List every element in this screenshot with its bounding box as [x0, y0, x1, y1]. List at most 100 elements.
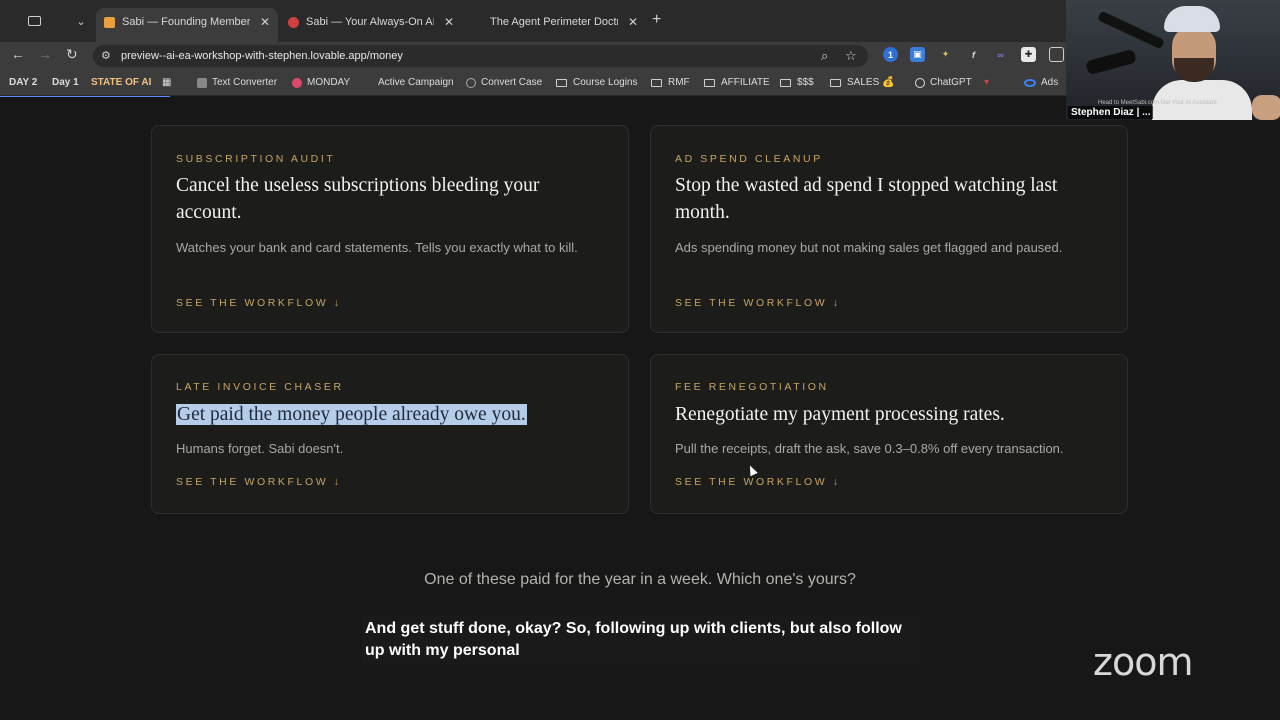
bookmark-label: SALES 💰	[847, 77, 895, 88]
sidebar-toggle-icon	[27, 16, 41, 26]
tab-favicon	[104, 16, 115, 28]
bookmark-label: MONDAY	[307, 77, 351, 88]
card-late-invoice-chaser: LATE INVOICE CHASER Get paid the money p…	[151, 354, 629, 514]
card-headline: Get paid the money people already owe yo…	[176, 401, 606, 428]
bookmark-chatgpt[interactable]: ChatGPT	[915, 77, 972, 88]
bookmark-sales[interactable]: SALES 💰	[830, 77, 894, 88]
microphone-arm	[1097, 10, 1165, 50]
participant-cap	[1164, 6, 1220, 32]
extensions-puzzle-icon[interactable]	[1049, 47, 1064, 62]
bookmark-course-logins[interactable]: Course Logins	[556, 77, 637, 88]
card-subscription-audit: SUBSCRIPTION AUDIT Cancel the useless su…	[151, 125, 629, 333]
card-eyebrow: AD SPEND CLEANUP	[675, 153, 823, 165]
page-content: SUBSCRIPTION AUDIT Cancel the useless su…	[0, 97, 1280, 720]
bookmark-monday[interactable]: MONDAY	[292, 77, 350, 88]
card-headline: Cancel the useless subscriptions bleedin…	[176, 175, 540, 223]
bookmark-label: $$$	[797, 77, 814, 88]
close-icon[interactable]: ✕	[444, 15, 454, 29]
bookmark-text-converter[interactable]: Text Converter	[197, 77, 277, 88]
participant-hand	[1252, 95, 1280, 120]
monday-icon	[292, 77, 302, 88]
tab-title: Sabi — Founding Member Se	[122, 16, 250, 28]
bookmark-label: Course Logins	[573, 77, 638, 88]
close-icon[interactable]: ✕	[628, 15, 638, 29]
chevron-down-icon: ⌄	[76, 15, 86, 28]
card-eyebrow: LATE INVOICE CHASER	[176, 381, 344, 393]
participant-beard	[1174, 58, 1214, 82]
back-icon[interactable]: ←	[11, 46, 25, 62]
bookmark-affiliate[interactable]: AFFILIATE	[704, 77, 770, 88]
tab-search-button[interactable]	[8, 11, 60, 31]
text-converter-icon	[197, 77, 207, 88]
bookmark-ads[interactable]: Ads	[1024, 77, 1058, 88]
card-headline: Stop the wasted ad spend I stopped watch…	[675, 175, 1058, 223]
card-body: Pull the receipts, draft the ask, save 0…	[675, 441, 1064, 456]
card-headline: Renegotiate my payment processing rates.	[675, 404, 1005, 425]
card-fee-renegotiation: FEE RENEGOTIATION Renegotiate my payment…	[650, 354, 1128, 514]
bookmark-label: ChatGPT	[930, 77, 972, 88]
card-body: Ads spending money but not making sales …	[675, 240, 1063, 255]
bookmark-label: RMF	[668, 77, 690, 88]
bookmark-active-campaign[interactable]: Active Campaign	[378, 77, 454, 88]
close-icon[interactable]: ✕	[260, 15, 270, 29]
see-workflow-link[interactable]: SEE THE WORKFLOW ↓	[675, 476, 841, 488]
tab-sabi-founding[interactable]: Sabi — Founding Member Se ✕	[96, 8, 278, 42]
bookmark-money[interactable]: $$$	[780, 77, 814, 88]
tab-favicon	[288, 16, 299, 28]
extension-screen-icon[interactable]: ▣	[910, 47, 925, 62]
folder-icon	[651, 78, 662, 87]
card-eyebrow: FEE RENEGOTIATION	[675, 381, 829, 393]
reload-icon[interactable]: ↻	[66, 46, 78, 63]
meta-icon	[1024, 78, 1036, 87]
see-workflow-link[interactable]: SEE THE WORKFLOW ↓	[675, 297, 841, 309]
bookmark-star-icon[interactable]: ☆	[845, 48, 857, 64]
forward-icon[interactable]: →	[38, 46, 52, 62]
bookmark-label: Convert Case	[481, 77, 543, 88]
url-text[interactable]: preview--ai-ea-workshop-with-stephen.lov…	[121, 50, 403, 62]
password-manager-icon[interactable]: 1	[883, 47, 898, 62]
folder-icon	[830, 78, 841, 87]
live-caption: And get stuff done, okay? So, following …	[362, 616, 920, 664]
bookmark-convert-case[interactable]: Convert Case	[466, 77, 542, 88]
extension-formula-icon[interactable]: f	[966, 47, 981, 62]
see-workflow-link[interactable]: SEE THE WORKFLOW ↓	[176, 297, 342, 309]
tab-list-button[interactable]: ⌄	[72, 11, 90, 31]
bookmark-label: Ads	[1041, 77, 1059, 88]
new-tab-button[interactable]: +	[652, 12, 661, 28]
bookmark-label: AFFILIATE	[721, 77, 770, 88]
bookmark-rmf[interactable]: RMF	[651, 77, 690, 88]
convert-case-icon	[466, 77, 476, 88]
selected-text-highlight: Get paid the money people already owe yo…	[176, 404, 527, 425]
card-body: Watches your bank and card statements. T…	[176, 240, 578, 255]
tab-agent-perimeter[interactable]: The Agent Perimeter Doctrine ✕	[464, 8, 646, 36]
site-settings-icon[interactable]: ⚙	[101, 49, 111, 62]
card-ad-spend-cleanup: AD SPEND CLEANUP Stop the wasted ad spen…	[650, 125, 1128, 333]
tab-favicon	[472, 17, 483, 28]
tab-sabi-always-on[interactable]: Sabi — Your Always-On AI As ✕	[280, 8, 462, 36]
zoom-logo: zoom	[1093, 640, 1193, 684]
address-bar[interactable]: ⚙ preview--ai-ea-workshop-with-stephen.l…	[93, 45, 868, 67]
card-body: Humans forget. Sabi doesn't.	[176, 441, 344, 456]
bookmark-red-item[interactable]: ▾	[984, 77, 989, 88]
closing-tagline: One of these paid for the year in a week…	[424, 571, 856, 588]
bookmark-day-2[interactable]: DAY 2	[9, 77, 37, 88]
extension-link-icon[interactable]: ∞	[993, 47, 1008, 62]
bookmark-day-1[interactable]: Day 1	[52, 77, 79, 88]
see-workflow-link[interactable]: SEE THE WORKFLOW ↓	[176, 476, 342, 488]
folder-icon	[704, 78, 715, 87]
microphone	[1085, 48, 1137, 76]
folder-icon	[780, 78, 791, 87]
card-eyebrow: SUBSCRIPTION AUDIT	[176, 153, 336, 165]
bookmark-label: Text Converter	[212, 77, 278, 88]
apps-grid-icon[interactable]: ▦	[162, 77, 171, 88]
tab-title: Sabi — Your Always-On AI As	[306, 16, 434, 28]
zoom-icon[interactable]: ⌕	[821, 48, 828, 64]
participant-name: Stephen Diaz | ...	[1068, 106, 1154, 119]
webcam-overlay: Head to MeetSabi.com Get Your AI Assista…	[1066, 0, 1280, 120]
extension-wand-icon[interactable]: ✦	[938, 47, 953, 62]
bookmark-state-of-ai[interactable]: STATE OF AI	[91, 77, 151, 88]
tab-title: The Agent Perimeter Doctrine	[490, 16, 618, 28]
chatgpt-icon	[915, 77, 925, 88]
extension-grid-icon[interactable]: ✚	[1021, 47, 1036, 62]
folder-icon	[556, 78, 567, 87]
